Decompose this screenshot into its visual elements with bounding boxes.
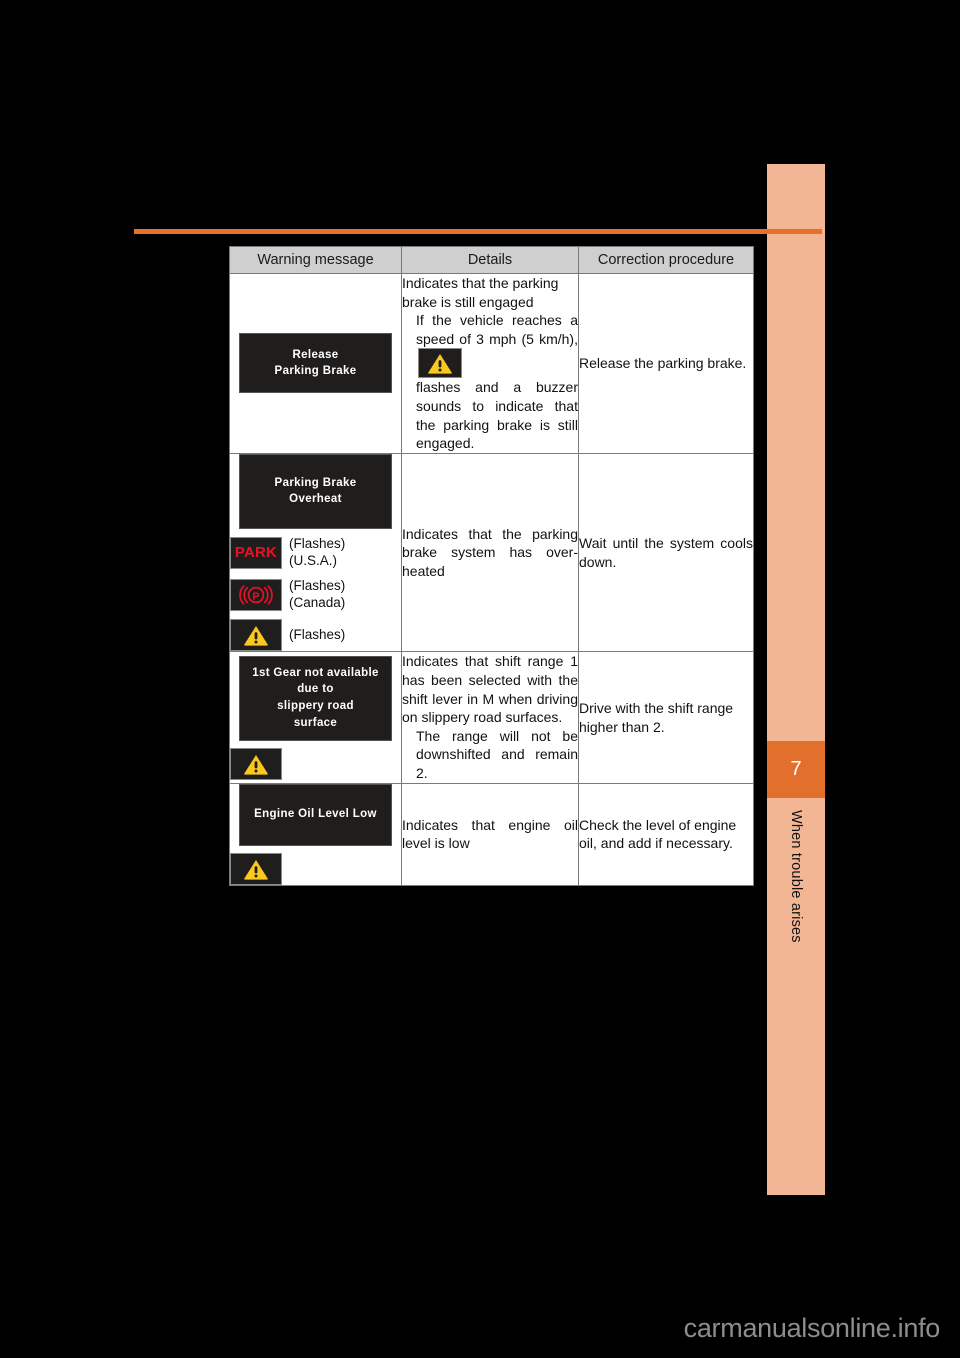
indicator-row-brake-canada: P (Flashes) (Canada) — [230, 578, 401, 612]
detail-lead-text: Indicates that engine oil level is low — [402, 816, 578, 852]
cell-correction-procedure: Release the parking brake. — [578, 273, 754, 454]
brake-p-indicator-chip: P — [230, 578, 282, 611]
chapter-number-box: 7 — [767, 741, 825, 798]
chapter-number: 7 — [790, 758, 802, 780]
detail-sub-text-before-icon: If the vehicle reaches a speed of 3 mph … — [402, 311, 578, 379]
indicator-note-line: (Canada) — [289, 594, 346, 610]
multi-information-display: 1st Gear not available due to slippery r… — [239, 655, 392, 741]
cell-warning-message: 1st Gear not available due to slippery r… — [229, 651, 402, 784]
display-line: Overheat — [289, 493, 342, 506]
cell-correction-procedure: Check the level of engine oil, and add i… — [578, 782, 754, 886]
cell-correction-procedure: Wait until the system cools down. — [578, 452, 754, 653]
column-header-correction: Correction procedure — [578, 246, 754, 274]
warning-triangle-icon — [418, 348, 462, 379]
indicator-row-park-usa: PARK (Flashes) (U.S.A.) — [230, 536, 401, 570]
cell-warning-message: Parking Brake Overheat PARK (Flashes) (U… — [229, 452, 402, 653]
park-indicator-chip: PARK — [230, 536, 282, 569]
indicator-note-line: (Flashes) — [289, 577, 346, 593]
table-row: 1st Gear not available due to slippery r… — [229, 651, 754, 784]
multi-information-display: Release Parking Brake — [239, 333, 392, 394]
cell-warning-message: Release Parking Brake — [229, 273, 402, 454]
indicator-note: (Flashes) — [289, 627, 345, 644]
display-line: Engine Oil Level Low — [254, 808, 377, 821]
display-line: Parking Brake — [274, 365, 357, 378]
brake-p-icon: P — [239, 584, 273, 605]
warning-triangle-icon — [244, 754, 268, 775]
cell-correction-procedure: Drive with the shift range higher than 2… — [578, 651, 754, 784]
indicator-list: PARK (Flashes) (U.S.A.) P (Flashes) (Can… — [230, 536, 401, 652]
chapter-title: When trouble arises — [767, 810, 825, 1110]
display-line: 1st Gear not available — [252, 666, 379, 679]
warning-triangle-chip — [230, 619, 282, 652]
display-line: Release — [292, 348, 339, 361]
correction-text: Drive with the shift range higher than 2… — [579, 699, 734, 735]
warning-triangle-icon — [244, 626, 268, 646]
indicator-note: (Flashes) (U.S.A.) — [289, 536, 345, 570]
correction-text: Check the level of engine oil, and add i… — [579, 816, 737, 852]
detail-lead-text: Indicates that the parking brake is stil… — [402, 275, 559, 310]
svg-text:P: P — [252, 590, 259, 602]
table-header-row: Warning message Details Correction proce… — [229, 246, 754, 274]
chapter-title-label: When trouble arises — [788, 810, 804, 943]
park-label: PARK — [234, 544, 278, 562]
indicator-note-line: (U.S.A.) — [289, 552, 338, 568]
column-header-details: Details — [401, 246, 579, 274]
cell-details: Indicates that engine oil level is low — [401, 782, 579, 886]
detail-sub-text: The range will not be downshifted and re… — [416, 727, 578, 782]
correction-text: Wait until the system cools down. — [579, 535, 753, 570]
warning-message-table: Warning message Details Correction proce… — [229, 246, 754, 886]
indicator-list — [230, 852, 401, 885]
cell-details: Indicates that the parking brake is stil… — [401, 273, 579, 454]
indicator-row-master-warning: (Flashes) — [230, 619, 401, 652]
watermark: carmanualsonline.info — [683, 1313, 941, 1343]
warning-triangle-chip — [230, 852, 282, 885]
table-row: Engine Oil Level Low Indicates that engi… — [229, 782, 754, 886]
indicator-row-master-warning — [230, 852, 401, 885]
indicator-note-line: (Flashes) — [289, 626, 346, 642]
correction-text: Release the parking brake. — [579, 355, 747, 372]
warning-triangle-icon — [244, 859, 268, 880]
table-row: Release Parking Brake Indicates that the… — [229, 273, 754, 454]
indicator-list — [230, 747, 401, 780]
detail-lead-text: Indicates that shift range 1 has been se… — [402, 653, 578, 726]
table-row: Parking Brake Overheat PARK (Flashes) (U… — [229, 452, 754, 653]
multi-information-display: Parking Brake Overheat — [239, 453, 392, 529]
cell-warning-message: Engine Oil Level Low — [229, 782, 402, 886]
indicator-note-line: (Flashes) — [289, 535, 346, 551]
display-line: slippery road — [277, 700, 354, 712]
column-header-warning-message: Warning message — [229, 246, 402, 274]
detail-lead-text: Indicates that the parking brake system … — [402, 525, 578, 579]
indicator-row-master-warning — [230, 747, 401, 780]
multi-information-display: Engine Oil Level Low — [239, 783, 392, 846]
display-line: Parking Brake — [274, 476, 357, 489]
detail-sub-before-icon-label: If the vehicle reaches a speed of 3 mph … — [416, 312, 578, 347]
detail-sub-text-after-icon: flashes and a buzzer sounds to indicate … — [416, 379, 578, 452]
cell-details: Indicates that shift range 1 has been se… — [401, 651, 579, 784]
warning-triangle-chip — [230, 747, 282, 780]
header-rule — [134, 229, 822, 234]
cell-details: Indicates that the parking brake system … — [401, 452, 579, 653]
display-line: due to — [297, 683, 334, 696]
display-line: surface — [293, 716, 338, 729]
indicator-note: (Flashes) (Canada) — [289, 578, 345, 612]
